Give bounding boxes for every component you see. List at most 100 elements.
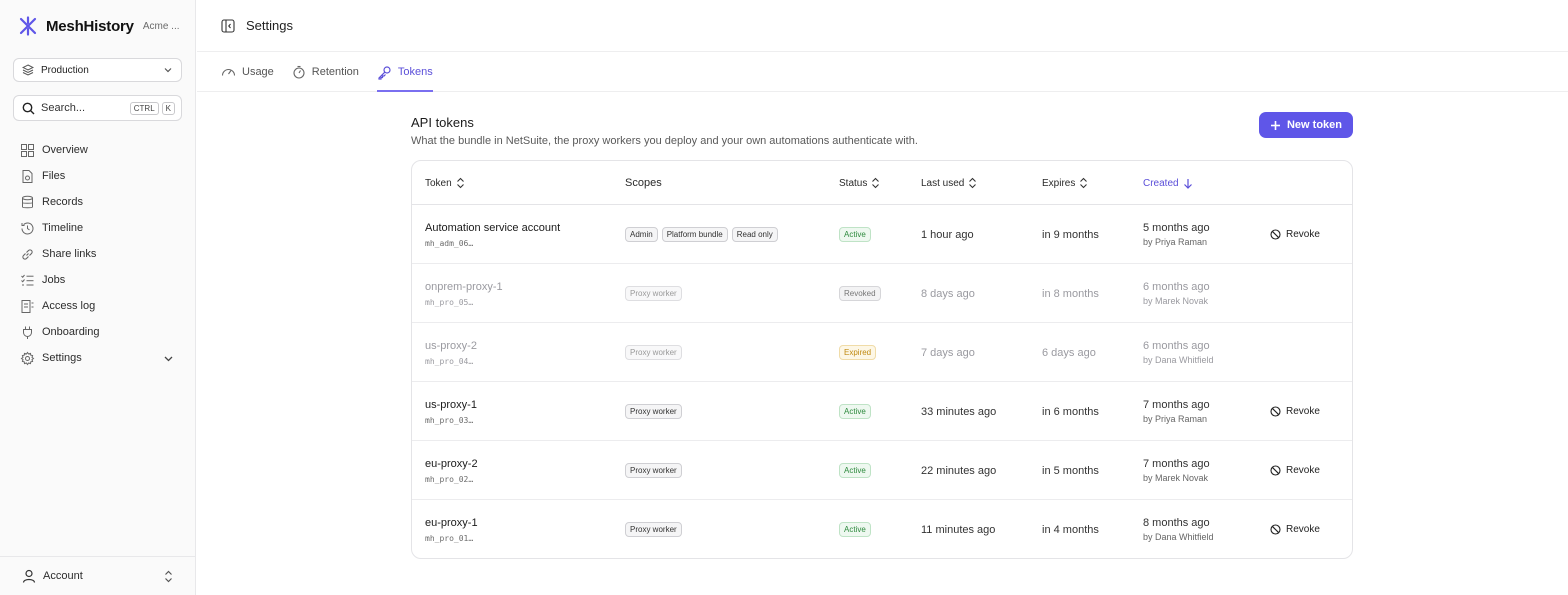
- ban-icon: [1270, 229, 1281, 240]
- tab-label: Tokens: [397, 66, 433, 78]
- section-title: API tokens: [411, 115, 474, 130]
- database-icon: [22, 195, 33, 208]
- scopes-cell: Proxy worker: [625, 382, 686, 441]
- sidebar-item-overview[interactable]: Overview: [20, 137, 180, 163]
- created-value: 7 months ago: [1143, 458, 1210, 470]
- column-label: Token: [425, 177, 452, 189]
- sidebar-item-onboarding[interactable]: Onboarding: [20, 319, 180, 345]
- revoke-label: Revoke: [1286, 406, 1320, 417]
- new-token-button[interactable]: New token: [1259, 112, 1353, 138]
- sidebar-item-share-links[interactable]: Share links: [20, 241, 180, 267]
- table-row[interactable]: Automation service account mh_adm_06… Admi…: [412, 205, 1352, 264]
- created-by: by Priya Raman: [1143, 237, 1208, 247]
- column-label: Status: [839, 177, 868, 189]
- table-row[interactable]: eu-proxy-2 mh_pro_02… Proxy worker Active 22…: [412, 441, 1352, 500]
- tab-label: Retention: [311, 66, 359, 78]
- last-used-value: 8 days ago: [921, 287, 975, 300]
- account-menu[interactable]: Account: [0, 556, 196, 595]
- key-icon: [378, 65, 391, 80]
- token-name: eu-proxy-2: [425, 457, 478, 470]
- page-title: Settings: [246, 18, 293, 33]
- token-id: mh_pro_04…: [425, 356, 474, 366]
- created-cell: 7 months ago by Marek Novak: [1143, 441, 1210, 500]
- tab-retention[interactable]: Retention: [292, 53, 359, 91]
- scopes-cell: Proxy worker: [625, 323, 686, 382]
- table-row[interactable]: us-proxy-2 mh_pro_04… Proxy worker Expired 7…: [412, 323, 1352, 382]
- column-header-status[interactable]: Status: [839, 161, 880, 205]
- expires-cell: in 5 months: [1042, 441, 1099, 500]
- token-cell: us-proxy-2 mh_pro_04…: [425, 323, 477, 382]
- status-badge: Active: [839, 463, 871, 478]
- status-cell: Active: [839, 500, 871, 558]
- token-id: mh_pro_05…: [425, 297, 474, 307]
- created-cell: 7 months ago by Priya Raman: [1143, 382, 1210, 441]
- scope-chip: Admin: [625, 227, 658, 242]
- tokens-section: API tokens What the bundle in NetSuite, …: [411, 112, 1353, 147]
- created-value: 6 months ago: [1143, 340, 1210, 352]
- token-cell: eu-proxy-2 mh_pro_02…: [425, 441, 478, 500]
- created-by: by Marek Novak: [1143, 296, 1209, 306]
- table-row[interactable]: onprem-proxy-1 mh_pro_05… Proxy worker Revo…: [412, 264, 1352, 323]
- sidebar-item-label: Timeline: [42, 222, 84, 234]
- column-header-scopes: Scopes: [625, 161, 662, 205]
- column-header-expires[interactable]: Expires: [1042, 161, 1088, 205]
- table-row[interactable]: eu-proxy-1 mh_pro_01… Proxy worker Active 11…: [412, 500, 1352, 558]
- column-label: Scopes: [625, 177, 662, 189]
- column-header-created[interactable]: Created: [1143, 161, 1193, 205]
- settings-tabs: Usage Retention Tokens: [197, 53, 1568, 92]
- column-label: Expires: [1042, 177, 1076, 189]
- org-name: Acme ...: [142, 20, 180, 32]
- expires-value: 6 days ago: [1042, 346, 1096, 359]
- revoke-button[interactable]: Revoke: [1270, 205, 1320, 264]
- token-cell: eu-proxy-1 mh_pro_01…: [425, 500, 478, 558]
- last-used-value: 22 minutes ago: [921, 464, 997, 477]
- token-id: mh_adm_06…: [425, 238, 474, 248]
- search-input[interactable]: Search... CTRL K: [13, 95, 182, 121]
- sort-icon: [872, 177, 880, 189]
- created-value: 6 months ago: [1143, 281, 1210, 293]
- chevron-down-icon: [164, 356, 173, 361]
- revoke-button[interactable]: Revoke: [1270, 441, 1320, 500]
- token-name: us-proxy-1: [425, 398, 477, 411]
- token-name: us-proxy-2: [425, 339, 477, 352]
- expires-cell: in 6 months: [1042, 382, 1099, 441]
- created-cell: 5 months ago by Priya Raman: [1143, 205, 1210, 264]
- status-cell: Active: [839, 205, 871, 264]
- sidebar-item-access-log[interactable]: Access log: [20, 293, 180, 319]
- created-value: 5 months ago: [1143, 222, 1210, 234]
- ban-icon: [1270, 524, 1281, 535]
- token-id: mh_pro_02…: [425, 474, 474, 484]
- created-value: 7 months ago: [1143, 399, 1210, 411]
- sidebar-toggle-icon[interactable]: [221, 18, 235, 33]
- status-cell: Revoked: [839, 264, 881, 323]
- scope-chip: Read only: [731, 227, 778, 242]
- scope-chip: Platform bundle: [661, 227, 728, 242]
- column-header-token[interactable]: Token: [425, 161, 465, 205]
- page-header: Settings: [197, 0, 1568, 52]
- table-row[interactable]: us-proxy-1 mh_pro_03… Proxy worker Active 33…: [412, 382, 1352, 441]
- expires-cell: in 4 months: [1042, 500, 1099, 558]
- ban-icon: [1270, 406, 1281, 417]
- token-id: mh_pro_01…: [425, 533, 474, 543]
- environment-label: Production: [41, 64, 89, 76]
- sidebar-item-jobs[interactable]: Jobs: [20, 267, 180, 293]
- tab-usage[interactable]: Usage: [221, 53, 274, 91]
- log-icon: [21, 299, 34, 313]
- column-label: Created: [1143, 177, 1179, 189]
- revoke-button[interactable]: Revoke: [1270, 382, 1320, 441]
- history-icon: [21, 222, 34, 234]
- sidebar-item-files[interactable]: Files: [20, 163, 180, 189]
- link-icon: [22, 248, 33, 260]
- brand[interactable]: MeshHistory Acme ...: [18, 15, 180, 37]
- column-header-last-used[interactable]: Last used: [921, 161, 977, 205]
- revoke-button[interactable]: Revoke: [1270, 500, 1320, 558]
- environment-select[interactable]: Production: [13, 58, 182, 82]
- tab-tokens[interactable]: Tokens: [376, 53, 433, 92]
- ban-icon: [1270, 465, 1281, 476]
- expires-cell: in 8 months: [1042, 264, 1099, 323]
- sidebar-item-settings[interactable]: Settings: [20, 345, 180, 371]
- sidebar-item-records[interactable]: Records: [20, 189, 180, 215]
- sidebar-item-label: Onboarding: [42, 326, 100, 338]
- user-icon: [22, 569, 36, 583]
- sidebar-item-timeline[interactable]: Timeline: [20, 215, 180, 241]
